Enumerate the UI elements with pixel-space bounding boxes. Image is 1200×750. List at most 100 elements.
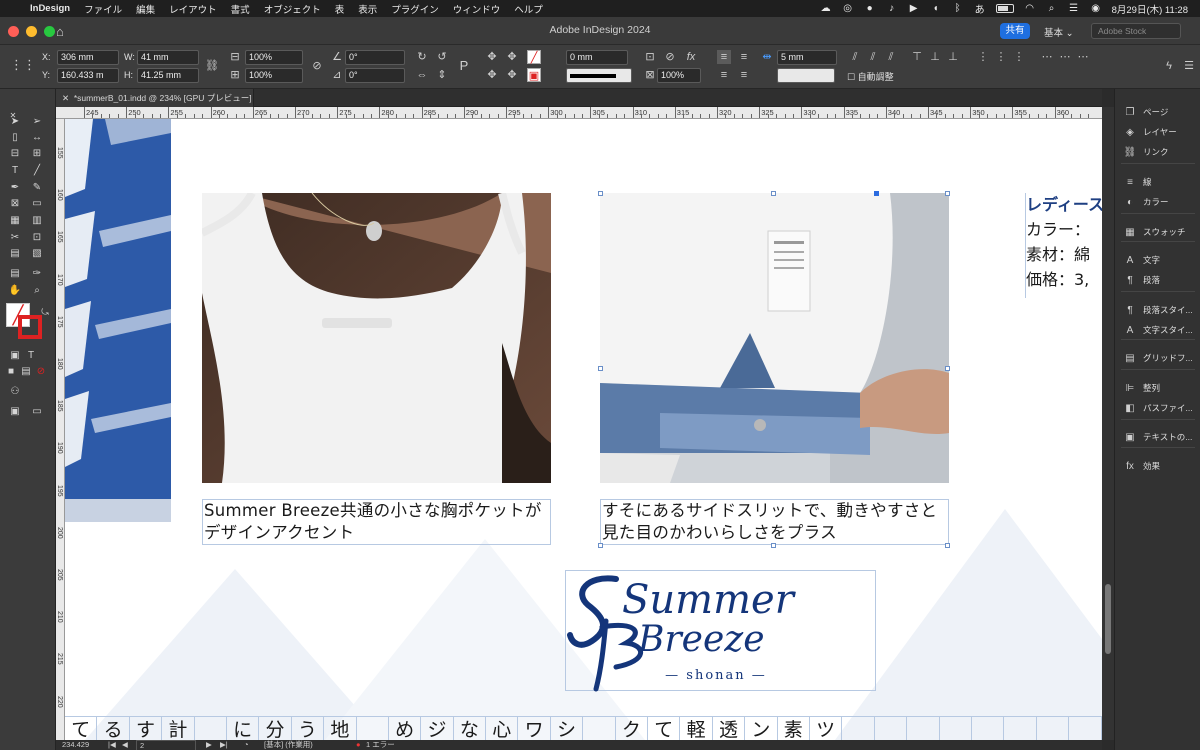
flip-vertical-icon[interactable]: ⇕ (435, 68, 449, 82)
sync-icon[interactable]: ● (864, 3, 876, 14)
type-tool-icon[interactable]: T (8, 164, 22, 178)
photo-frame-sideslit[interactable] (600, 193, 949, 483)
control-center-icon[interactable]: ☰ (1068, 3, 1080, 14)
acrobat-icon[interactable]: ♪ (886, 3, 898, 14)
align-bottom-icon[interactable]: ≡ (737, 68, 751, 82)
frame-handle[interactable] (771, 543, 776, 548)
rotate-cw-icon[interactable]: ↻ (415, 50, 429, 64)
y-position-field[interactable]: 160.433 m (57, 68, 119, 83)
select-previous-icon[interactable]: ✥ (485, 68, 499, 82)
distribute-right-icon[interactable]: ⋯ (1076, 50, 1090, 64)
gradient-feather-tool-icon[interactable]: ▧ (30, 247, 44, 261)
link-scale-icon[interactable]: ⊘ (310, 59, 324, 73)
panel-paragraph[interactable]: ¶ 段落 (1115, 269, 1200, 291)
panel-layers[interactable]: ◈ レイヤー (1115, 121, 1200, 143)
app-menu[interactable]: InDesign (30, 3, 70, 14)
photo-frame-tanktop[interactable] (202, 193, 551, 483)
left-photo-frame[interactable] (65, 119, 171, 522)
document-style-label[interactable]: [基本] (作業用) (264, 740, 313, 750)
cloud-icon[interactable]: ☁ (820, 3, 832, 14)
rectangle-tool-icon[interactable]: ▭ (30, 197, 44, 211)
frame-handle[interactable] (598, 543, 603, 548)
gradient-swatch-tool-icon[interactable]: ▤ (8, 247, 22, 261)
align-justify-icon[interactable]: ≡ (717, 68, 731, 82)
search-icon[interactable]: ⌕ (1046, 3, 1058, 14)
scissors-tool-icon[interactable]: ✂ (8, 231, 22, 245)
panel-links[interactable]: ⛓ リンク (1115, 141, 1200, 163)
play-icon[interactable]: ▶ (908, 3, 920, 14)
preflight-error-count[interactable]: 1 エラー (366, 740, 395, 750)
page-tool-icon[interactable]: ▯ (8, 131, 22, 145)
pencil-tool-icon[interactable]: ✎ (30, 181, 44, 195)
apply-gradient-icon[interactable]: ▤ (19, 365, 33, 379)
frame-handle[interactable] (771, 191, 776, 196)
rotate-ccw-icon[interactable]: ↺ (435, 50, 449, 64)
zoom-tool-icon[interactable]: ⌕ (30, 284, 44, 298)
menu-window[interactable]: ウィンドウ (453, 2, 501, 16)
gap-tool-icon[interactable]: ⇹ (760, 50, 774, 64)
vertical-scrollbar[interactable] (1102, 107, 1114, 740)
panel-effects[interactable]: fx 効果 (1115, 455, 1200, 477)
direct-selection-tool-icon[interactable]: ➢ (30, 115, 44, 129)
rectangle-frame-tool-icon[interactable]: ⊠ (8, 197, 22, 211)
document-tab[interactable]: ✕ *summerB_01.indd @ 234% [GPU プレビュー] (56, 89, 254, 107)
zoom-level-field[interactable]: 234.429 (62, 740, 89, 750)
scrollbar-thumb[interactable] (1105, 584, 1111, 654)
frame-handle[interactable] (598, 366, 603, 371)
distribute-bottom-icon[interactable]: ⋮ (1012, 50, 1026, 64)
align-top-edges-icon[interactable]: ⊤ (910, 50, 924, 64)
drop-shadow-icon[interactable]: ⊘ (663, 50, 677, 64)
workspace-switcher[interactable]: 基本 ⌄ (1044, 25, 1074, 39)
preflight-profile-icon[interactable]: ◔ (244, 740, 249, 750)
select-next-icon[interactable]: ✥ (505, 68, 519, 82)
caption-pocket[interactable]: Summer Breeze共通の小さな胸ポケットがデザインアクセント (202, 499, 551, 545)
eyedropper-tool-icon[interactable]: ✑ (30, 267, 44, 281)
constrain-proportions-icon[interactable]: ⛓ (205, 59, 219, 73)
distribute-center-icon[interactable]: ⋮ (994, 50, 1008, 64)
panel-pathfinder[interactable]: ◧ パスファイ... (1115, 397, 1200, 419)
content-collector-icon[interactable]: ⊟ (8, 147, 22, 161)
frame-handle[interactable] (945, 366, 950, 371)
align-bottom-edges-icon[interactable]: ⊥ (946, 50, 960, 64)
menu-file[interactable]: ファイル (84, 2, 122, 16)
siri-icon[interactable]: ◉ (1090, 3, 1102, 14)
frame-handle[interactable] (874, 191, 879, 196)
panel-color[interactable]: ◐ カラー (1115, 191, 1200, 213)
swap-colors-icon[interactable]: ⤿ (38, 305, 52, 319)
opacity-field[interactable]: 100% (657, 68, 701, 83)
select-container-icon[interactable]: ✥ (485, 50, 499, 64)
frame-handle[interactable] (945, 543, 950, 548)
height-field[interactable]: 41.25 mm (137, 68, 199, 83)
apply-none-icon[interactable]: ⊘ (34, 365, 48, 379)
menubar-clock[interactable]: 8月29日(木) 11:28 (1112, 2, 1188, 16)
align-v-center-icon[interactable]: ⊥ (928, 50, 942, 64)
panel-stroke[interactable]: ≡ 線 (1115, 171, 1200, 193)
width-field[interactable]: 41 mm (137, 50, 199, 65)
distribute-h-center-icon[interactable]: ⋯ (1058, 50, 1072, 64)
panel-pages[interactable]: ❐ ページ (1115, 101, 1200, 123)
next-page-button[interactable]: ▶ (206, 740, 212, 750)
align-h-center-icon[interactable]: ⫽ (866, 50, 880, 64)
screen-mode-icon[interactable]: ⚇ (8, 385, 22, 399)
select-content-icon[interactable]: ✥ (505, 50, 519, 64)
panel-swatches[interactable]: ▦ スウォッチ (1115, 221, 1200, 243)
menu-type[interactable]: 書式 (231, 2, 250, 16)
battery-icon[interactable] (995, 4, 1014, 13)
menu-help[interactable]: ヘルプ (514, 2, 543, 16)
menu-layout[interactable]: レイアウト (169, 2, 217, 16)
adobe-stock-search[interactable]: Adobe Stock (1091, 23, 1181, 39)
formatting-affects-container-icon[interactable]: ▣ (8, 349, 22, 363)
creative-cloud-icon[interactable]: ◎ (842, 3, 854, 14)
menu-object[interactable]: オブジェクト (264, 2, 321, 16)
panel-align[interactable]: ⊫ 整列 (1115, 377, 1200, 399)
fill-swatch-icon[interactable]: ╱ (527, 50, 541, 64)
stroke-weight-field[interactable]: 0 mm (566, 50, 628, 65)
frame-handle[interactable] (598, 191, 603, 196)
bluetooth-icon[interactable]: ᛒ (952, 3, 964, 14)
first-page-button[interactable]: |◀ (108, 740, 116, 750)
apply-color-icon[interactable]: ■ (4, 365, 18, 379)
product-info-frame[interactable]: レディース カラー： 素材：綿 価格：3, (1025, 193, 1102, 298)
line-tool-icon[interactable]: ╱ (30, 164, 44, 178)
content-placer-icon[interactable]: ⊞ (30, 147, 44, 161)
auto-fit-checkbox[interactable]: ☐ 自動調整 (847, 70, 894, 83)
